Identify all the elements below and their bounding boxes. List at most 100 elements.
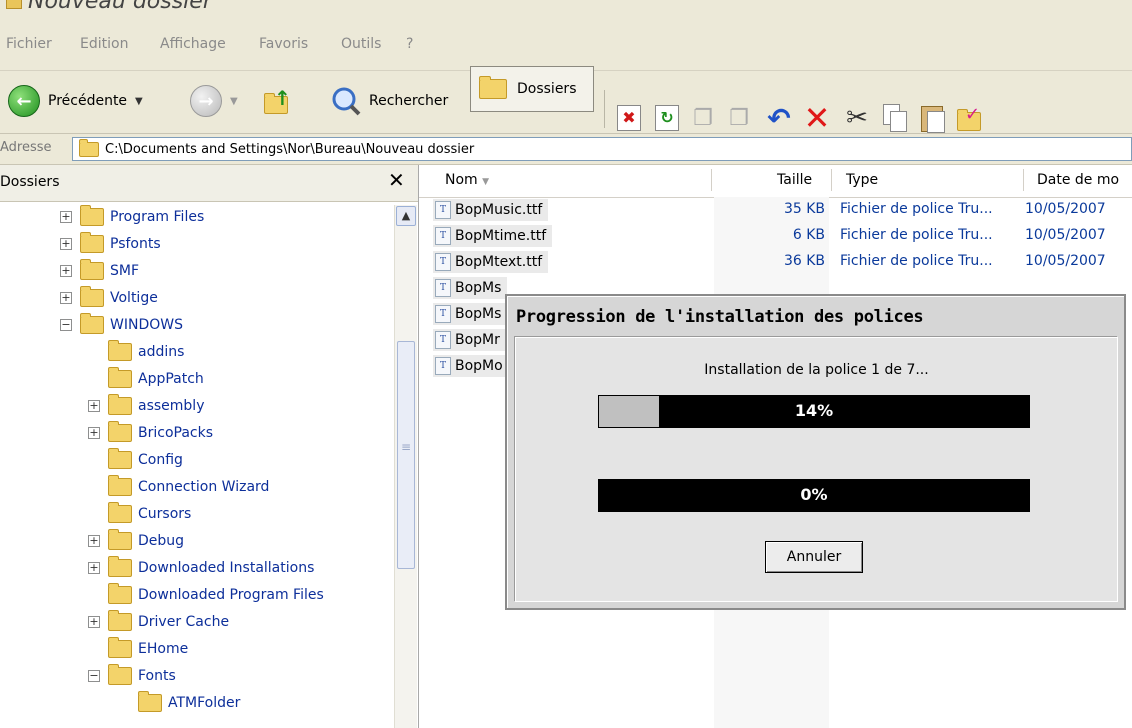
scroll-thumb[interactable]: [397, 341, 415, 569]
menu-favorites[interactable]: Favoris: [259, 36, 308, 52]
font-install-dialog: Progression de l'installation des police…: [505, 294, 1126, 610]
expand-icon[interactable]: +: [60, 238, 72, 250]
expand-icon[interactable]: +: [88, 427, 100, 439]
file-name-text: BopMtime.ttf: [455, 228, 547, 244]
expand-icon[interactable]: +: [88, 400, 100, 412]
file-name[interactable]: T BopMr: [433, 329, 506, 351]
folder-icon: [108, 583, 132, 604]
column-date[interactable]: Date de mo: [1037, 172, 1119, 188]
tree-item[interactable]: Downloaded Program Files: [108, 583, 324, 607]
properties-icon[interactable]: ✓: [956, 103, 986, 133]
tree-item[interactable]: + Voltige: [60, 286, 158, 310]
copy-to-icon[interactable]: ❐: [724, 103, 754, 133]
up-folder-icon: ↑: [262, 86, 292, 116]
column-name[interactable]: Nom ▼: [445, 172, 489, 188]
dialog-title: Progression de l'installation des police…: [516, 307, 924, 327]
folders-pane-header: Dossiers ✕: [0, 165, 418, 202]
folder-icon: [108, 421, 132, 442]
close-icon[interactable]: ✕: [388, 168, 405, 192]
collapse-icon[interactable]: −: [60, 319, 72, 331]
tree-item[interactable]: Connection Wizard: [108, 475, 269, 499]
folders-button[interactable]: Dossiers: [470, 66, 594, 112]
tree-item[interactable]: − Fonts: [88, 664, 176, 688]
file-name[interactable]: T BopMtext.ttf: [433, 251, 549, 273]
file-name[interactable]: T BopMs: [433, 277, 508, 299]
cut-icon[interactable]: ✂: [842, 103, 872, 133]
expand-icon[interactable]: +: [60, 211, 72, 223]
menu-help[interactable]: ?: [406, 36, 413, 52]
tree-item-label: Cursors: [138, 506, 192, 522]
paste-icon[interactable]: [918, 103, 948, 133]
tree-item[interactable]: addins: [108, 340, 184, 364]
tree-item[interactable]: AppPatch: [108, 367, 204, 391]
search-button[interactable]: Rechercher: [331, 84, 448, 118]
file-date: 10/05/2007: [1025, 253, 1106, 269]
tree-item-label: Voltige: [110, 290, 158, 306]
forward-button[interactable]: → ▼: [190, 84, 238, 118]
delete-x-icon[interactable]: ✕: [802, 99, 832, 137]
folder-icon: [108, 340, 132, 361]
tree-item[interactable]: ATMFolder: [138, 691, 240, 715]
expand-icon[interactable]: +: [88, 535, 100, 547]
expand-icon[interactable]: +: [60, 265, 72, 277]
file-name[interactable]: T BopMs: [433, 303, 508, 325]
sort-arrow-icon: ▼: [482, 177, 490, 187]
vertical-scrollbar[interactable]: ▲: [394, 205, 417, 728]
column-separator: [711, 169, 712, 191]
tree-item[interactable]: + Driver Cache: [88, 610, 229, 634]
menu-file[interactable]: Fichier: [6, 36, 52, 52]
column-separator: [831, 169, 832, 191]
tree-item[interactable]: + assembly: [88, 394, 204, 418]
chevron-down-icon[interactable]: ▼: [230, 96, 238, 107]
tree-item[interactable]: + Program Files: [60, 205, 204, 229]
tree-item[interactable]: + SMF: [60, 259, 139, 283]
column-size[interactable]: Taille: [777, 172, 812, 188]
file-name[interactable]: T BopMusic.ttf: [433, 199, 549, 221]
tree-item[interactable]: + BricoPacks: [88, 421, 213, 445]
tree-item[interactable]: + Psfonts: [60, 232, 161, 256]
tree-item[interactable]: − WINDOWS: [60, 313, 183, 337]
tree-item[interactable]: + Downloaded Installations: [88, 556, 314, 580]
file-type: Fichier de police Tru...: [840, 201, 993, 217]
back-button[interactable]: ← Précédente ▼: [8, 84, 143, 118]
scroll-up-icon[interactable]: ▲: [396, 206, 416, 226]
collapse-icon[interactable]: −: [88, 670, 100, 682]
menu-view[interactable]: Affichage: [160, 36, 226, 52]
expand-icon[interactable]: +: [60, 292, 72, 304]
folder-icon: [108, 529, 132, 550]
refresh-icon[interactable]: ↻: [652, 103, 682, 133]
tree-item[interactable]: EHome: [108, 637, 188, 661]
column-type[interactable]: Type: [846, 172, 878, 188]
address-field[interactable]: C:\Documents and Settings\Nor\Bureau\Nou…: [72, 137, 1132, 161]
tree-item-label: Downloaded Program Files: [138, 587, 324, 603]
tree-item[interactable]: + Debug: [88, 529, 184, 553]
file-size: 6 KB: [792, 227, 825, 243]
file-row[interactable]: T BopMtext.ttf 36 KB Fichier de police Tru.…: [433, 249, 1132, 275]
tree-item-label: Config: [138, 452, 183, 468]
up-folder-button[interactable]: ↑: [262, 84, 292, 118]
title-bar: Nouveau dossier: [0, 0, 1132, 20]
file-row[interactable]: T BopMtime.ttf 6 KB Fichier de police Tru..…: [433, 223, 1132, 249]
move-to-icon[interactable]: ❐: [688, 103, 718, 133]
menu-tools[interactable]: Outils: [341, 36, 381, 52]
file-row[interactable]: T BopMusic.ttf 35 KB Fichier de police Tru.…: [433, 197, 1132, 223]
undo-icon[interactable]: ↶: [764, 102, 794, 135]
expand-icon[interactable]: +: [88, 562, 100, 574]
file-name[interactable]: T BopMtime.ttf: [433, 225, 553, 247]
file-name[interactable]: T BopMo: [433, 355, 509, 377]
address-label: Adresse: [0, 140, 52, 155]
tree-item-label: Program Files: [110, 209, 205, 225]
expand-icon[interactable]: +: [88, 616, 100, 628]
menu-edit[interactable]: Edition: [80, 36, 128, 52]
tree-item-label: Connection Wizard: [138, 479, 270, 495]
folder-icon: [108, 610, 132, 631]
tree-item-label: EHome: [138, 641, 189, 657]
tree-item[interactable]: Config: [108, 448, 183, 472]
delete-icon[interactable]: ✖: [614, 103, 644, 133]
cancel-button[interactable]: Annuler: [765, 541, 863, 573]
folder-icon: [108, 637, 132, 658]
tree-item[interactable]: Cursors: [108, 502, 191, 526]
file-type: Fichier de police Tru...: [840, 227, 993, 243]
copy-icon[interactable]: [880, 103, 910, 133]
chevron-down-icon[interactable]: ▼: [135, 96, 143, 107]
